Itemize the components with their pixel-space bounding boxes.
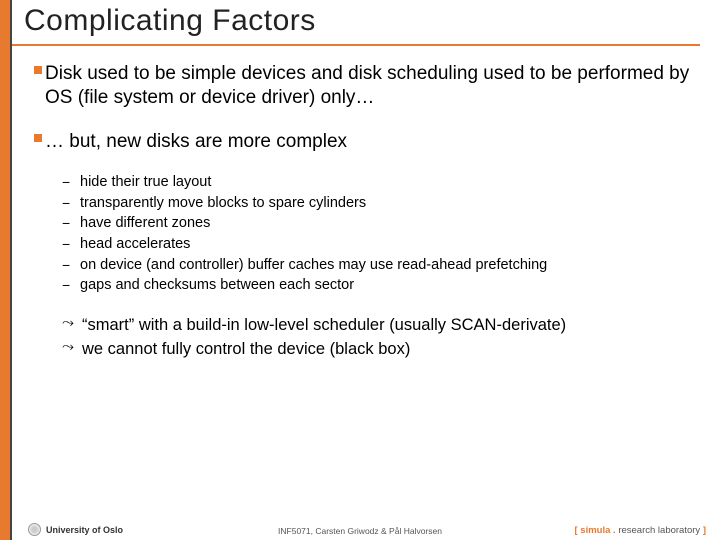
- bullet-level2: − on device (and controller) buffer cach…: [62, 256, 700, 276]
- arrow-icon: ⤳: [62, 338, 82, 360]
- dash-icon: −: [62, 257, 80, 276]
- sub-bullet-text: on device (and controller) buffer caches…: [80, 256, 547, 276]
- simula-word: simula: [580, 525, 610, 536]
- sub-bullet-text: head accelerates: [80, 235, 190, 255]
- dash-icon: −: [62, 195, 80, 214]
- dash-icon: −: [62, 215, 80, 234]
- sub-bullet-text: transparently move blocks to spare cylin…: [80, 194, 366, 214]
- bullet-conclusion: ⤳ “smart” with a build-in low-level sche…: [62, 314, 700, 336]
- conclusion-text: we cannot fully control the device (blac…: [82, 338, 410, 360]
- bullet-level2: − hide their true layout: [62, 173, 700, 193]
- bullet-level1: … but, new disks are more complex: [30, 130, 700, 154]
- sub-bullet-text: gaps and checksums between each sector: [80, 276, 354, 296]
- conclusion-list: ⤳ “smart” with a build-in low-level sche…: [62, 314, 700, 361]
- square-bullet-icon: [30, 134, 45, 149]
- bullet-text: Disk used to be simple devices and disk …: [45, 62, 700, 110]
- slide: Complicating Factors Disk used to be sim…: [0, 0, 720, 540]
- sub-bullet-text: have different zones: [80, 214, 210, 234]
- title-wrap: Complicating Factors: [24, 4, 700, 38]
- conclusion-text: “smart” with a build-in low-level schedu…: [82, 314, 566, 336]
- footer-right: [ simula . research laboratory ]: [574, 525, 706, 536]
- content: Disk used to be simple devices and disk …: [30, 62, 700, 362]
- dash-icon: −: [62, 236, 80, 255]
- sub-bullet-list: − hide their true layout − transparently…: [62, 173, 700, 295]
- bullet-level2: − head accelerates: [62, 235, 700, 255]
- bullet-level2: − have different zones: [62, 214, 700, 234]
- dash-icon: −: [62, 277, 80, 296]
- bullet-level2: − gaps and checksums between each sector: [62, 276, 700, 296]
- sub-bullet-text: hide their true layout: [80, 173, 211, 193]
- dash-icon: −: [62, 174, 80, 193]
- bullet-level1: Disk used to be simple devices and disk …: [30, 62, 700, 110]
- slide-title: Complicating Factors: [24, 4, 700, 38]
- research-lab-word: research laboratory: [618, 525, 700, 536]
- arrow-icon: ⤳: [62, 314, 82, 336]
- accent-sidebar: [0, 0, 10, 540]
- bullet-conclusion: ⤳ we cannot fully control the device (bl…: [62, 338, 700, 360]
- accent-sidebar-shadow: [10, 0, 12, 540]
- bullet-level2: − transparently move blocks to spare cyl…: [62, 194, 700, 214]
- title-underline: [12, 44, 700, 46]
- bullet-text: … but, new disks are more complex: [45, 130, 347, 154]
- square-bullet-icon: [30, 66, 45, 81]
- bracket-close: ]: [700, 525, 706, 536]
- footer: University of Oslo INF5071, Carsten Griw…: [0, 518, 720, 540]
